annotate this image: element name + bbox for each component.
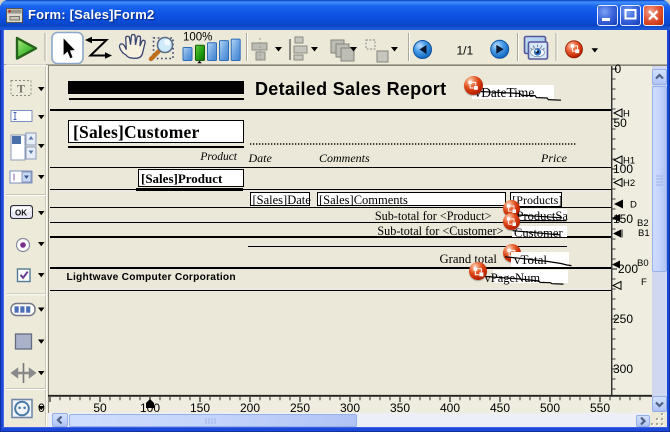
svg-text:300: 300 — [613, 362, 633, 376]
svg-text:H: H — [623, 109, 630, 120]
svg-text:B0: B0 — [637, 258, 649, 269]
svg-text:200: 200 — [618, 262, 638, 276]
svg-text:0: 0 — [38, 401, 45, 415]
svg-text:0: 0 — [615, 64, 622, 76]
svg-text:D: D — [630, 200, 637, 211]
svg-text:B1: B1 — [638, 228, 650, 239]
svg-text:F: F — [641, 277, 647, 288]
svg-text:H1: H1 — [623, 156, 635, 167]
svg-text:H2: H2 — [623, 178, 635, 189]
svg-text:250: 250 — [613, 312, 633, 326]
